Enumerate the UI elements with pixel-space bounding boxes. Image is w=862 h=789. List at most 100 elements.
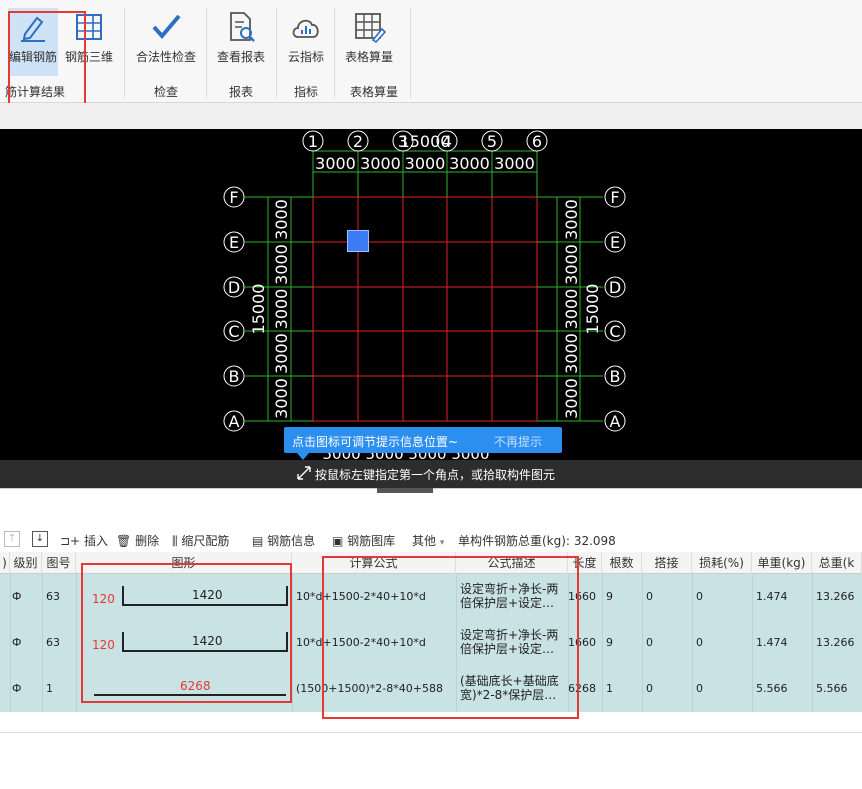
col-header-grade[interactable]: 级别	[10, 552, 42, 574]
dim-span-left: 3000	[272, 244, 291, 285]
cell-count: 1	[606, 682, 613, 695]
axis-label-left: C	[228, 322, 239, 341]
dim-span-left: 3000	[272, 333, 291, 374]
dim-span-left: 3000	[272, 289, 291, 330]
ribbon-separator	[334, 8, 335, 98]
axis-label-right: F	[610, 188, 619, 207]
panel-splitter	[0, 488, 862, 529]
insert-icon: ⊐+	[60, 534, 81, 548]
hint-popup: 点击图标可调节提示信息位置~ 不再提示	[284, 427, 562, 453]
axis-label-right: C	[609, 322, 620, 341]
dim-span-right: 3000	[562, 199, 581, 240]
rebar-library-button[interactable]: ▣ 钢筋图库	[332, 532, 395, 549]
axis-label-left: A	[229, 412, 240, 431]
cloud-chart-icon	[292, 19, 319, 38]
info-grid-icon: ▤	[252, 534, 264, 548]
ribbon-separator	[276, 8, 277, 98]
axis-label-top: 2	[353, 132, 363, 151]
checkmark-icon	[152, 14, 181, 40]
column-divider	[692, 574, 693, 712]
highlight-formula-desc	[322, 556, 579, 719]
cell-unit-weight: 1.474	[756, 636, 788, 649]
other-dropdown[interactable]: 其他 ▾	[412, 532, 444, 549]
cell-loss: 0	[696, 636, 703, 649]
col-header-fig[interactable]: 图号	[42, 552, 76, 574]
axis-label-right: E	[610, 233, 620, 252]
dim-span-right: 3000	[562, 378, 581, 419]
dim-span-top: 3000	[449, 154, 490, 173]
total-weight: 单构件钢筋总重(kg): 32.098	[458, 534, 616, 548]
drawing-canvas[interactable]: 1 2 3 4 5 6 15000 3000 3000 3000 3000 3000 F F E E D D C C B…	[0, 129, 862, 460]
col-header-count[interactable]: 根数	[602, 552, 642, 574]
col-header-loss[interactable]: 损耗(%)	[692, 552, 752, 574]
cloud-index-button[interactable]: 云指标	[280, 10, 332, 65]
cell-lap: 0	[646, 590, 653, 603]
splitter-handle[interactable]	[377, 488, 433, 493]
status-bar: 按鼠标左键指定第一个角点，或拾取构件图元	[0, 460, 862, 488]
selected-column-marker[interactable]	[347, 230, 369, 252]
rebar-toolbar: ↑ ↓ ⊐+ 插入 🗑 删除 ⫼ 缩尺配筋 ▤ 钢筋信息 ▣ 钢筋图库 其他 ▾…	[0, 528, 862, 552]
ribbon-separator	[206, 8, 207, 98]
table-quantity-button[interactable]: 表格算量	[338, 10, 400, 65]
highlight-edit-rebar	[8, 11, 86, 109]
dont-show-again-link[interactable]: 不再提示	[494, 433, 542, 450]
grid-drawing: 1 2 3 4 5 6150003000 3000 3000 3000 3000F FE ED DC CB…	[223, 130, 626, 460]
move-down-icon[interactable]: ↓	[32, 531, 48, 547]
group-label-check: 检查	[153, 85, 178, 99]
cell-grade: Ф	[12, 590, 22, 603]
group-label-index: 指标	[293, 85, 318, 99]
highlight-shape-column	[81, 563, 292, 703]
move-up-icon[interactable]: ↑	[4, 531, 20, 547]
hint-pointer-icon	[297, 453, 309, 460]
hint-message: 点击图标可调节提示信息位置~	[292, 435, 459, 449]
axis-label-left: B	[229, 367, 240, 386]
cell-fig: 1	[46, 682, 53, 695]
chevron-down-icon: ▾	[439, 538, 445, 548]
col-header[interactable]: )	[0, 552, 10, 574]
column-divider	[752, 574, 753, 712]
group-label-report: 报表	[228, 85, 253, 99]
report-search-icon	[230, 12, 255, 42]
cell-lap: 0	[646, 682, 653, 695]
cell-unit-weight: 1.474	[756, 590, 788, 603]
column-divider	[10, 574, 11, 712]
delete-button[interactable]: 🗑 删除	[116, 532, 159, 549]
column-divider	[602, 574, 603, 712]
insert-button[interactable]: ⊐+ 插入	[60, 532, 108, 549]
group-label-table: 表格算量	[349, 85, 398, 99]
column-divider	[812, 574, 813, 712]
view-report-button[interactable]: 查看报表	[210, 10, 272, 65]
col-header-unit-weight[interactable]: 单重(kg)	[752, 552, 812, 574]
dim-total-right: 15000	[583, 284, 602, 335]
cell-fig: 63	[46, 590, 60, 603]
scale-rebar-button[interactable]: ⫼ 缩尺配筋	[172, 532, 229, 549]
library-icon: ▣	[332, 534, 344, 548]
dim-span-top: 3000	[494, 154, 535, 173]
cell-count: 9	[606, 590, 613, 603]
trash-icon: 🗑	[116, 534, 132, 548]
validity-check-button[interactable]: 合法性检查	[130, 10, 202, 65]
axis-label-top: 6	[532, 132, 542, 151]
table-edit-icon	[355, 13, 386, 44]
cell-total-weight: 13.266	[816, 636, 855, 649]
cell-loss: 0	[696, 682, 703, 695]
ribbon-separator	[410, 8, 411, 98]
column-divider	[642, 574, 643, 712]
axis-label-right: A	[610, 412, 621, 431]
cell-total-weight: 13.266	[816, 590, 855, 603]
dim-span-top: 3000	[360, 154, 401, 173]
dim-span-right: 3000	[562, 333, 581, 374]
dim-total-left: 15000	[249, 284, 268, 335]
axis-label-top: 5	[487, 132, 497, 151]
col-header-total-weight[interactable]: 总重(k	[812, 552, 862, 574]
ribbon: 编辑钢筋 钢筋三维 合法性检查 查看报表 云指标 表格算量 筋计算结果 检查 报…	[0, 0, 862, 109]
cell-fig: 63	[46, 636, 60, 649]
axis-label-left: E	[229, 233, 239, 252]
rebar-info-button[interactable]: ▤ 钢筋信息	[252, 532, 315, 549]
cell-grade: Ф	[12, 682, 22, 695]
axis-label-top: 1	[308, 132, 318, 151]
axis-label-left: F	[229, 188, 238, 207]
ribbon-gap	[0, 103, 862, 129]
col-header-lap[interactable]: 搭接	[642, 552, 692, 574]
cell-loss: 0	[696, 590, 703, 603]
